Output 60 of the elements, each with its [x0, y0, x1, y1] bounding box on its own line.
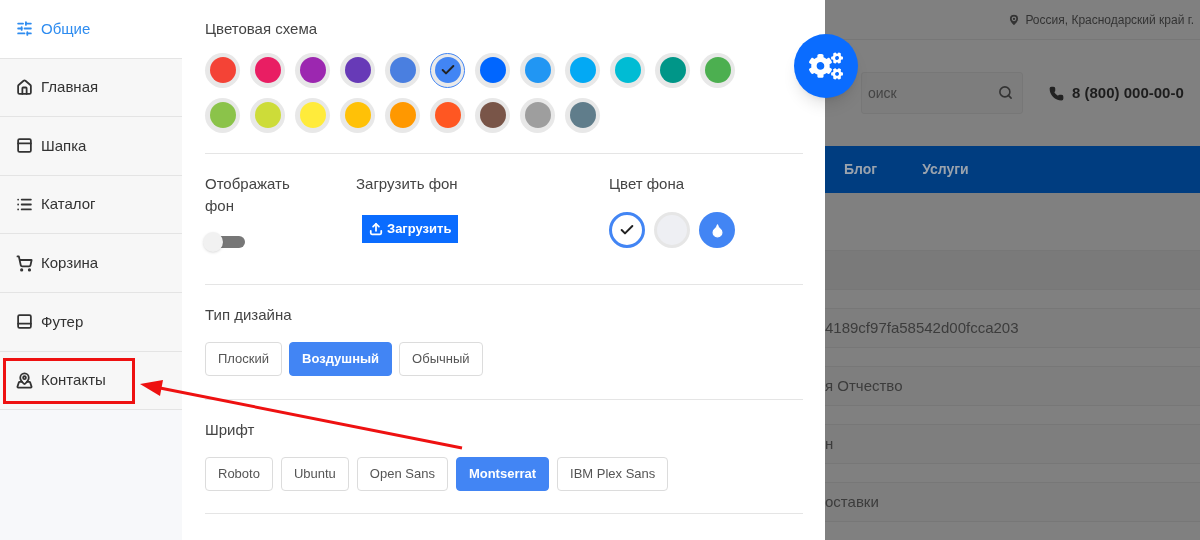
field-label: Отображать фон — [205, 173, 291, 216]
option-button[interactable]: Плоский — [205, 342, 283, 376]
sidebar-item[interactable]: Общие — [0, 0, 182, 59]
color-swatch[interactable] — [520, 52, 555, 88]
window-icon — [16, 137, 33, 155]
sliders-icon — [16, 20, 33, 38]
form-field: оставки — [825, 482, 1200, 522]
section-title: Шрифт — [205, 419, 256, 440]
home-icon — [16, 78, 33, 96]
color-swatch[interactable] — [205, 52, 240, 88]
section-title: Цветовая схема — [205, 19, 319, 39]
field-label: Загрузить фон — [356, 173, 459, 194]
nav-link[interactable]: Блог — [844, 159, 878, 180]
cart-icon — [16, 254, 33, 272]
option-button[interactable]: Open Sans — [356, 457, 448, 491]
phone-number: 8 (800) 000-00-0 — [1072, 82, 1184, 103]
color-swatch[interactable] — [520, 97, 555, 133]
option-button[interactable]: Воздушный — [289, 342, 393, 376]
toggle-switch[interactable] — [205, 232, 245, 251]
color-swatch[interactable] — [295, 52, 330, 88]
map-pin-icon — [16, 371, 33, 389]
color-swatch[interactable] — [295, 97, 330, 133]
section-title: Тип дизайна — [205, 304, 293, 325]
option-button[interactable]: Montserrat — [455, 457, 550, 491]
nav-link[interactable]: Услуги — [922, 159, 969, 180]
color-swatch[interactable] — [700, 52, 735, 88]
color-picker-button[interactable] — [699, 212, 735, 248]
panel-icon — [16, 313, 33, 331]
form-field: н — [825, 424, 1200, 464]
color-swatch[interactable] — [250, 52, 285, 88]
form-field: 4189cf97fa58542d00fcca203 — [825, 308, 1200, 348]
droplet-icon — [709, 222, 725, 238]
upload-icon — [369, 222, 383, 236]
color-swatch[interactable] — [340, 97, 375, 133]
color-swatch[interactable] — [609, 212, 645, 248]
color-swatch[interactable] — [565, 52, 600, 88]
color-swatch[interactable] — [205, 97, 240, 133]
location-pin-icon — [1007, 12, 1022, 27]
search-field[interactable]: оиск — [861, 72, 1023, 114]
color-swatch[interactable] — [385, 52, 420, 88]
color-swatch[interactable] — [610, 52, 645, 88]
form-field: я Отчество — [825, 366, 1200, 406]
color-swatch[interactable] — [430, 97, 465, 133]
color-swatch[interactable] — [250, 97, 285, 133]
option-button[interactable]: Roboto — [205, 457, 273, 491]
color-swatch[interactable] — [475, 97, 510, 133]
color-swatch[interactable] — [340, 52, 375, 88]
option-button[interactable]: IBM Plex Sans — [557, 457, 669, 491]
color-swatch[interactable] — [385, 97, 420, 133]
color-swatch[interactable] — [565, 97, 600, 133]
upload-button[interactable]: Загрузить — [362, 215, 459, 243]
option-button[interactable]: Ubuntu — [280, 457, 349, 491]
option-button[interactable]: Обычный — [399, 342, 483, 376]
color-swatch[interactable] — [475, 52, 510, 88]
color-swatch[interactable] — [655, 52, 690, 88]
location-text: Россия, Краснодарский край г. — [1025, 11, 1194, 29]
phone-icon — [1049, 85, 1064, 101]
field-label: Цвет фона — [609, 173, 686, 194]
search-icon[interactable] — [998, 85, 1013, 100]
color-swatch[interactable] — [430, 52, 465, 88]
